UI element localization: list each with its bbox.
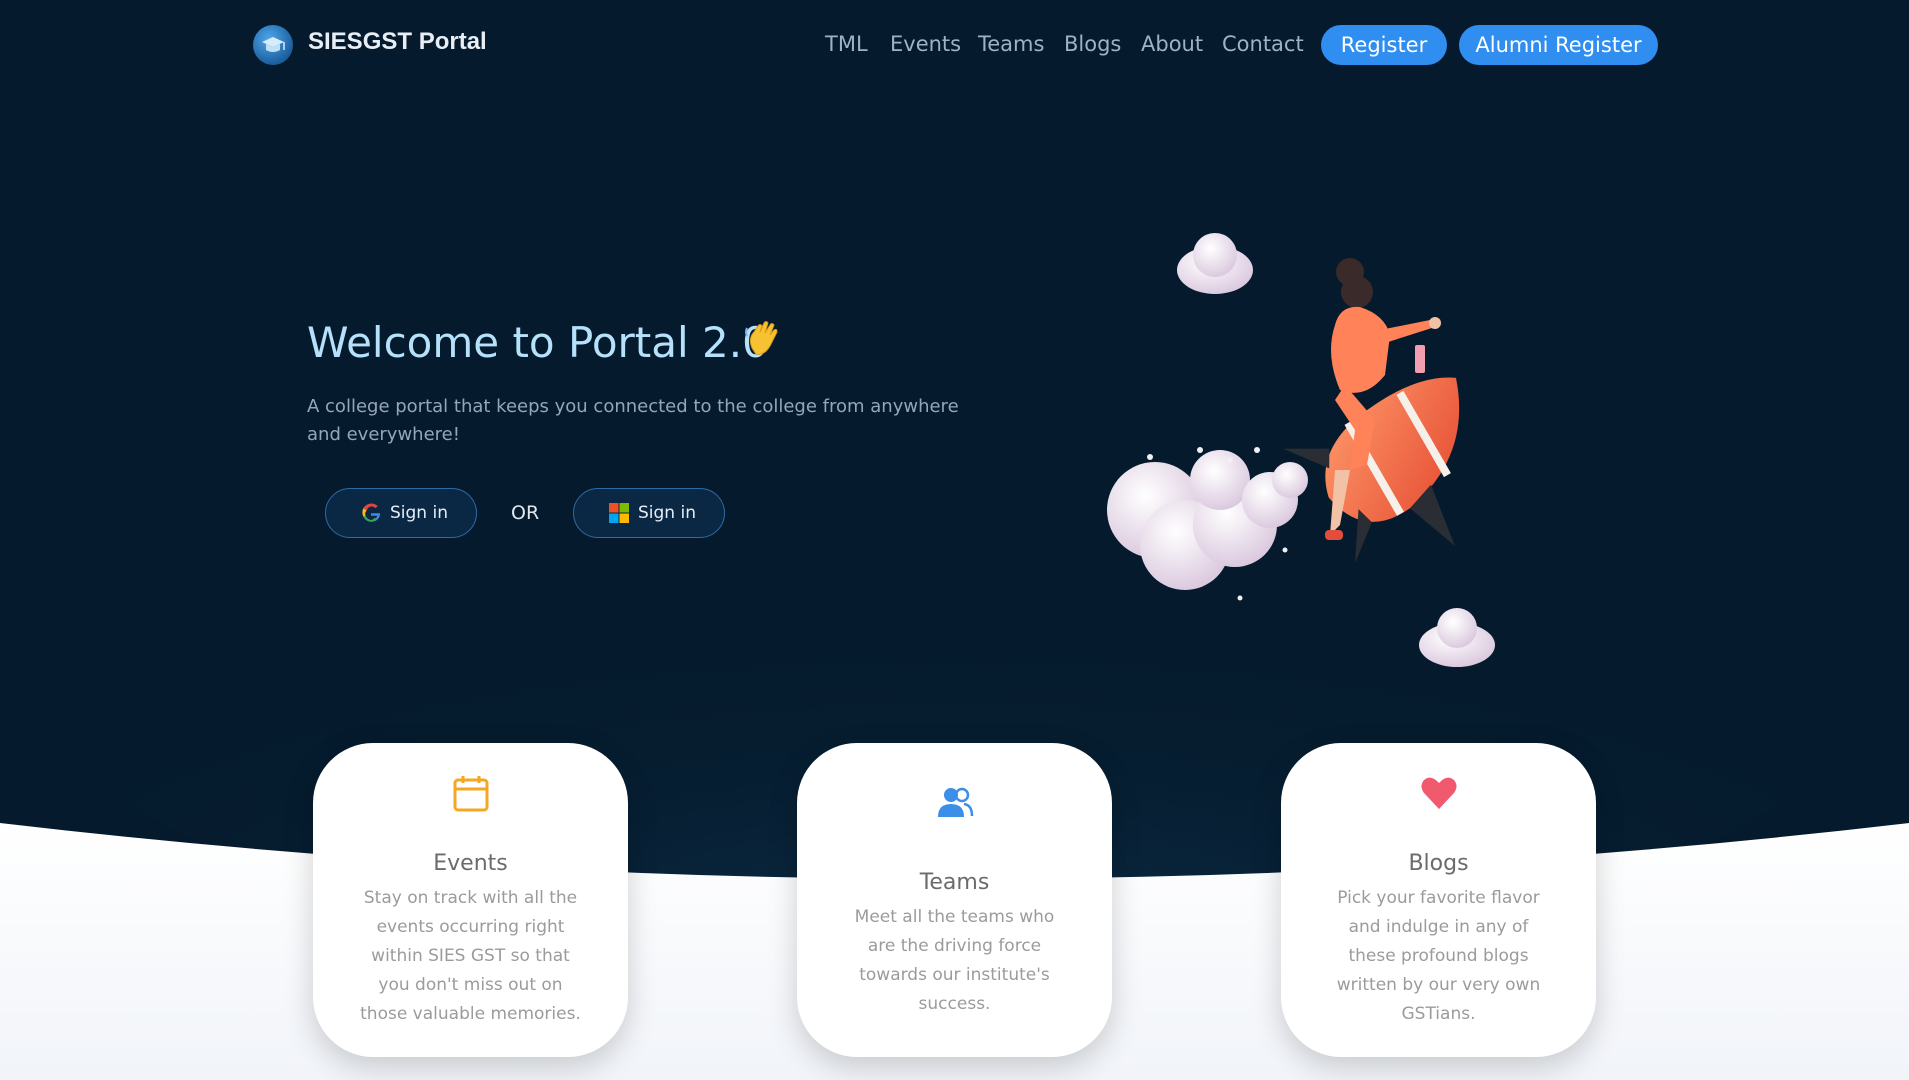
rocket-girl-illustration: [1107, 233, 1495, 667]
blogs-card-description: Pick your favorite flavor and indulge in…: [1336, 888, 1541, 1024]
events-card-title: Events: [433, 851, 508, 876]
nav-link-about[interactable]: About: [1141, 32, 1203, 56]
brand-name[interactable]: SIESGST Portal: [308, 28, 487, 56]
teams-card[interactable]: Teams Meet all the teams who are the dri…: [797, 743, 1112, 1057]
nav-link-contact[interactable]: Contact: [1222, 32, 1304, 56]
google-signin-label: Sign in: [390, 503, 448, 523]
google-icon: [362, 503, 381, 522]
or-separator: OR: [511, 502, 540, 524]
waving-hand-icon: [745, 321, 778, 355]
microsoft-signin-label: Sign in: [638, 503, 696, 523]
google-signin-button[interactable]: Sign in: [325, 488, 477, 538]
nav-link-teams[interactable]: Teams: [978, 32, 1044, 56]
events-card[interactable]: Events Stay on track with all the events…: [313, 743, 628, 1057]
hero-subtitle: A college portal that keeps you connecte…: [307, 396, 959, 445]
nav-link-tml[interactable]: TML: [825, 32, 868, 56]
alumni-register-button[interactable]: Alumni Register: [1459, 25, 1658, 65]
teams-card-description: Meet all the teams who are the driving f…: [854, 907, 1055, 1014]
heart-icon: [1421, 777, 1457, 809]
events-card-description: Stay on track with all the events occurr…: [360, 888, 581, 1024]
register-button[interactable]: Register: [1321, 25, 1447, 65]
microsoft-icon: [609, 503, 629, 523]
portal-logo-icon[interactable]: [253, 25, 293, 65]
hero-title: Welcome to Portal 2.0: [307, 318, 769, 367]
top-navbar: SIESGST Portal TML Events Teams Blogs Ab…: [0, 0, 1909, 90]
nav-link-events[interactable]: Events: [890, 32, 961, 56]
nav-link-blogs[interactable]: Blogs: [1064, 32, 1121, 56]
teams-card-title: Teams: [919, 870, 990, 895]
users-icon: [938, 787, 974, 817]
blogs-card[interactable]: Blogs Pick your favorite flavor and indu…: [1281, 743, 1596, 1057]
calendar-icon: [453, 776, 489, 812]
cloud-small-top: [1177, 233, 1253, 294]
blogs-card-title: Blogs: [1408, 851, 1469, 876]
microsoft-signin-button[interactable]: Sign in: [573, 488, 725, 538]
